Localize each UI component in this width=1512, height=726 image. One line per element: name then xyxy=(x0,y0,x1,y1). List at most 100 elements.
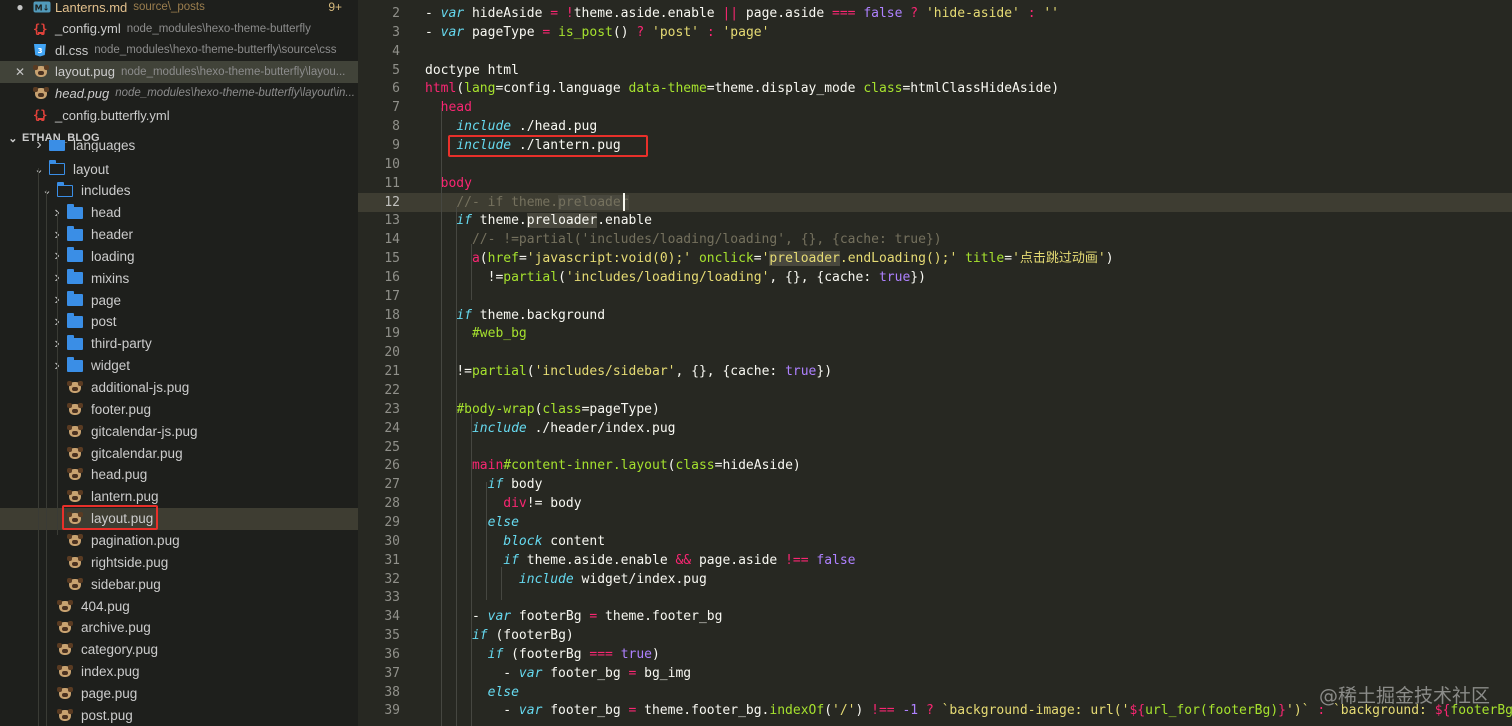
code-text: include ./head.pug xyxy=(456,119,598,135)
line-number: 22 xyxy=(384,383,400,398)
code-line: 7 head xyxy=(358,98,1512,117)
pug-icon xyxy=(67,424,83,438)
chevron-down-icon: ⌄ xyxy=(42,185,52,198)
tree-folder[interactable]: ⌄ includes xyxy=(0,180,358,202)
tree-file[interactable]: page.pug xyxy=(0,682,358,704)
open-editor-path: node_modules\hexo-theme-butterfly\layou.… xyxy=(121,65,346,78)
indent-guide xyxy=(471,414,472,726)
open-editor-path: node_modules\hexo-theme-butterfly\layout… xyxy=(115,87,355,100)
tree-folder[interactable]: › languages xyxy=(0,140,358,152)
tree-folder[interactable]: ›third-party xyxy=(0,333,358,355)
line-number: 38 xyxy=(384,684,400,700)
open-editor-filename: _config.yml xyxy=(55,21,121,37)
tree-file[interactable]: additional-js.pug xyxy=(0,377,358,399)
tree-item-label: widget xyxy=(91,358,131,374)
line-number: 32 xyxy=(384,571,400,587)
yaml-icon: {} xyxy=(33,22,49,36)
folder-icon xyxy=(64,203,86,219)
svg-text:M↓: M↓ xyxy=(35,4,50,13)
line-number: 34 xyxy=(384,609,400,625)
indent-guide xyxy=(46,190,47,726)
open-editor-item[interactable]: ✕ layout.pug node_modules\hexo-theme-butte… xyxy=(0,60,358,83)
indent-guide xyxy=(501,567,502,600)
tree-folder[interactable]: ›loading xyxy=(0,245,358,267)
open-editor-filename: Lanterns.md xyxy=(55,0,128,15)
code-line: 18 if theme.background xyxy=(358,306,1512,325)
tree-file[interactable]: layout.pug xyxy=(0,507,358,530)
line-number: 37 xyxy=(384,665,400,681)
tree-file[interactable]: index.pug xyxy=(0,661,358,683)
code-line: 4 xyxy=(358,42,1512,61)
open-editor-item[interactable]: {} _config.yml node_modules\hexo-theme-but… xyxy=(0,18,358,40)
code-line: 25 xyxy=(358,438,1512,457)
line-number: 39 xyxy=(384,703,400,719)
line-number: 18 xyxy=(384,307,400,323)
line-number: 4 xyxy=(392,43,400,59)
tree-item-label: pagination.pug xyxy=(91,532,180,548)
pug-icon xyxy=(67,468,83,481)
tree-file[interactable]: rightside.pug xyxy=(0,551,358,573)
tree-file[interactable]: pagination.pug xyxy=(0,529,358,551)
tree-file[interactable]: category.pug xyxy=(0,639,358,661)
code-text: main#content-inner.layout(class=hideAsid… xyxy=(471,458,801,474)
tree-file[interactable]: footer.pug xyxy=(0,398,358,420)
tree-folder[interactable]: ›page xyxy=(0,289,358,311)
markdown-icon: M↓ xyxy=(33,1,51,13)
tree-file[interactable]: archive.pug xyxy=(0,617,358,639)
tree-item-label: footer.pug xyxy=(91,401,152,417)
code-line: 3 - var pageType = is_post() ? 'post' : '… xyxy=(358,23,1512,42)
open-editor-item[interactable]: {} _config.butterfly.yml xyxy=(0,104,358,126)
open-editor-item[interactable]: head.pug node_modules\hexo-theme-butterfl… xyxy=(0,82,358,104)
tree-file[interactable]: 404.pug xyxy=(0,595,358,617)
tree-item-label: head xyxy=(91,205,122,221)
folder-icon xyxy=(64,356,86,372)
tree-item-label: includes xyxy=(81,183,131,199)
code-line: 8 include ./head.pug xyxy=(358,117,1512,136)
tree-item-label: gitcalendar-js.pug xyxy=(91,423,198,439)
tree-item-label: 404.pug xyxy=(81,598,130,614)
yaml-icon: {} xyxy=(33,108,49,122)
code-text: #body-wrap(class=pageType) xyxy=(456,401,660,417)
tree-folder[interactable]: ›widget xyxy=(0,355,358,377)
code-text: div!= body xyxy=(503,496,582,512)
code-line: 24 include ./header/index.pug xyxy=(358,419,1512,438)
line-number: 13 xyxy=(384,213,400,229)
tree-file[interactable]: head.pug xyxy=(0,464,358,486)
tree-file[interactable]: lantern.pug xyxy=(0,486,358,508)
code-line: 6 html(lang=config.language data-theme=th… xyxy=(358,79,1512,98)
tree-file[interactable]: sidebar.pug xyxy=(0,573,358,595)
line-number: 9 xyxy=(392,137,400,153)
open-editor-item[interactable]: 3 dl.css node_modules\hexo-theme-butterfly… xyxy=(0,39,358,61)
line-number: 17 xyxy=(384,288,400,304)
code-text: !=partial('includes/sidebar', {}, {cache… xyxy=(456,364,833,380)
chevron-down-icon: ⌄ xyxy=(34,163,44,176)
folder-icon xyxy=(64,334,86,350)
close-icon[interactable]: ✕ xyxy=(15,65,25,79)
open-editor-item[interactable]: ● M↓ Lanterns.md source\_posts 9+ xyxy=(0,0,358,18)
open-editor-path: node_modules\hexo-theme-butterfly\source… xyxy=(94,44,337,57)
code-line: 15 a(href='javascript:void(0);' onclick=… xyxy=(358,249,1512,268)
tree-folder[interactable]: ›header xyxy=(0,224,358,246)
tree-item-label: head.pug xyxy=(91,467,148,483)
tree-folder[interactable]: ›mixins xyxy=(0,267,358,289)
code-line: 26 main#content-inner.layout(class=hideA… xyxy=(358,456,1512,475)
line-number: 15 xyxy=(384,251,400,267)
line-number: 33 xyxy=(384,590,400,606)
code-text: head xyxy=(440,100,472,116)
tree-item-label: index.pug xyxy=(81,664,140,680)
code-line: 10 xyxy=(358,155,1512,174)
tree-file[interactable]: post.pug xyxy=(0,704,358,726)
open-editor-path: node_modules\hexo-theme-butterfly xyxy=(126,22,311,35)
code-editor[interactable]: 2 - var hideAside = !theme.aside.enable |… xyxy=(358,0,1512,726)
code-text: if theme.aside.enable && page.aside !== … xyxy=(503,552,856,568)
code-line: 30 block content xyxy=(358,532,1512,551)
tree-file[interactable]: gitcalendar-js.pug xyxy=(0,420,358,442)
tree-folder[interactable]: ›head xyxy=(0,202,358,224)
pug-icon xyxy=(57,643,73,656)
highlight-box-include-lantern xyxy=(448,135,648,157)
open-editor-filename: layout.pug xyxy=(55,64,115,80)
open-editor-path: source\_posts xyxy=(133,1,205,13)
tree-folder[interactable]: ⌄ layout xyxy=(0,158,358,180)
tree-folder[interactable]: ›post xyxy=(0,311,358,333)
tree-file[interactable]: gitcalendar.pug xyxy=(0,442,358,464)
